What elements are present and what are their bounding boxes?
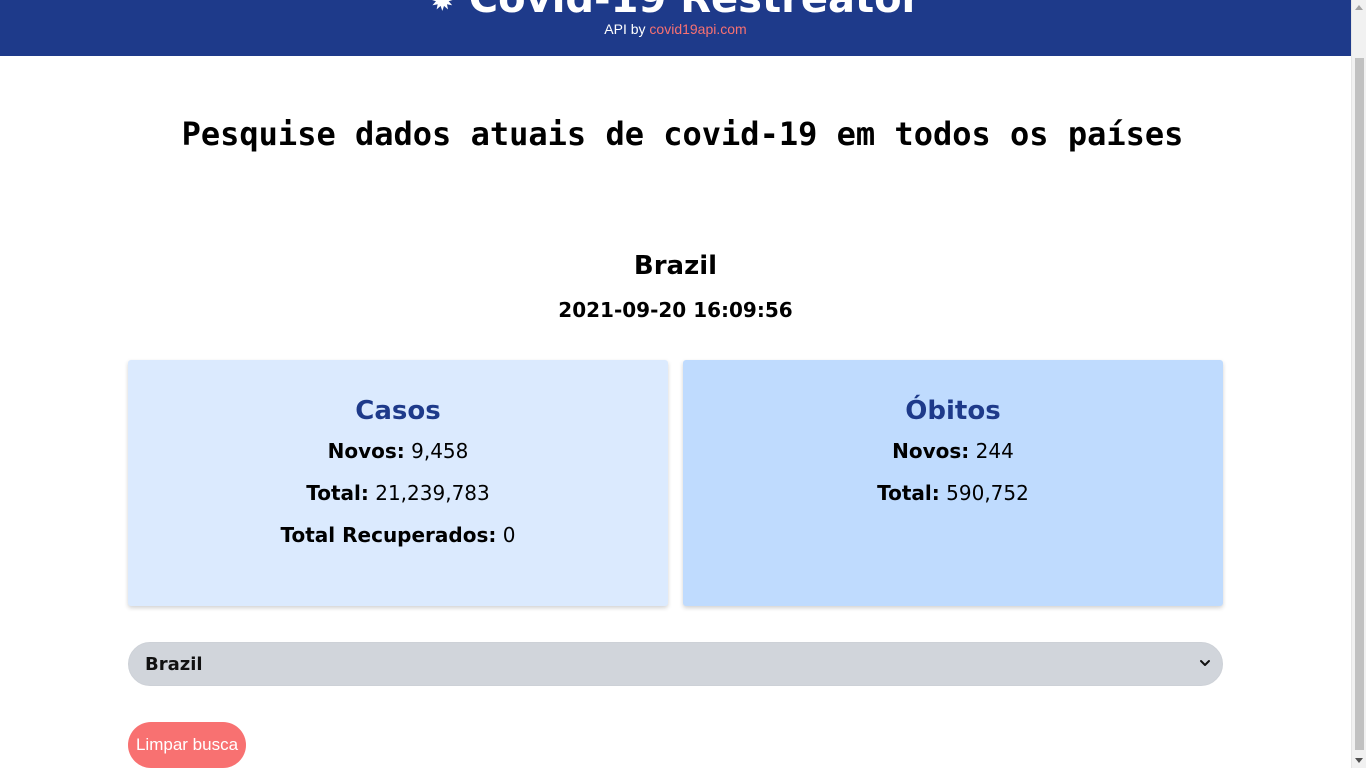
virus-icon: ✹	[429, 0, 455, 19]
scroll-down-icon[interactable]	[1352, 753, 1366, 768]
deaths-card: Óbitos Novos: 244 Total: 590,752	[683, 360, 1223, 606]
deaths-new-label: Novos:	[892, 439, 970, 463]
deaths-total-value: 590,752	[946, 481, 1029, 505]
deaths-card-title: Óbitos	[905, 396, 1001, 426]
api-credit-prefix: API by	[604, 21, 650, 37]
deaths-new-value: 244	[975, 439, 1014, 463]
deaths-new: Novos: 244	[683, 439, 1223, 463]
scroll-up-icon[interactable]	[1352, 0, 1366, 15]
deaths-total: Total: 590,752	[683, 481, 1223, 505]
cases-card-title: Casos	[355, 396, 441, 426]
cases-recovered: Total Recuperados: 0	[128, 523, 668, 547]
cases-card: Casos Novos: 9,458 Total: 21,239,783 Tot…	[128, 360, 668, 606]
cases-new-value: 9,458	[411, 439, 469, 463]
cases-total-value: 21,239,783	[375, 481, 490, 505]
page-title: Pesquise dados atuais de covid-19 em tod…	[181, 115, 1184, 153]
site-brand: ✹ Covid-19 Restreator	[0, 0, 1351, 22]
page-scrollbar[interactable]	[1351, 0, 1366, 768]
cases-recovered-value: 0	[502, 523, 516, 547]
site-title: Covid-19 Restreator	[469, 0, 921, 22]
update-date: 2021-09-20 16:09:56	[558, 298, 793, 322]
cases-total: Total: 21,239,783	[128, 481, 668, 505]
clear-search-button[interactable]: Limpar busca	[128, 722, 246, 768]
country-select[interactable]: Brazil	[128, 642, 1223, 686]
scrollbar-thumb[interactable]	[1355, 58, 1364, 750]
api-link[interactable]: covid19api.com	[649, 21, 746, 37]
chevron-down-icon	[1200, 660, 1210, 666]
cases-new: Novos: 9,458	[128, 439, 668, 463]
site-header: ✹ Covid-19 Restreator API by covid19api.…	[0, 0, 1351, 56]
cases-total-label: Total:	[306, 481, 369, 505]
country-select-value: Brazil	[145, 653, 203, 675]
deaths-total-label: Total:	[877, 481, 940, 505]
api-credit: API by covid19api.com	[0, 21, 1351, 37]
cases-recovered-label: Total Recuperados:	[280, 523, 497, 547]
cases-new-label: Novos:	[327, 439, 405, 463]
country-name: Brazil	[633, 251, 718, 281]
